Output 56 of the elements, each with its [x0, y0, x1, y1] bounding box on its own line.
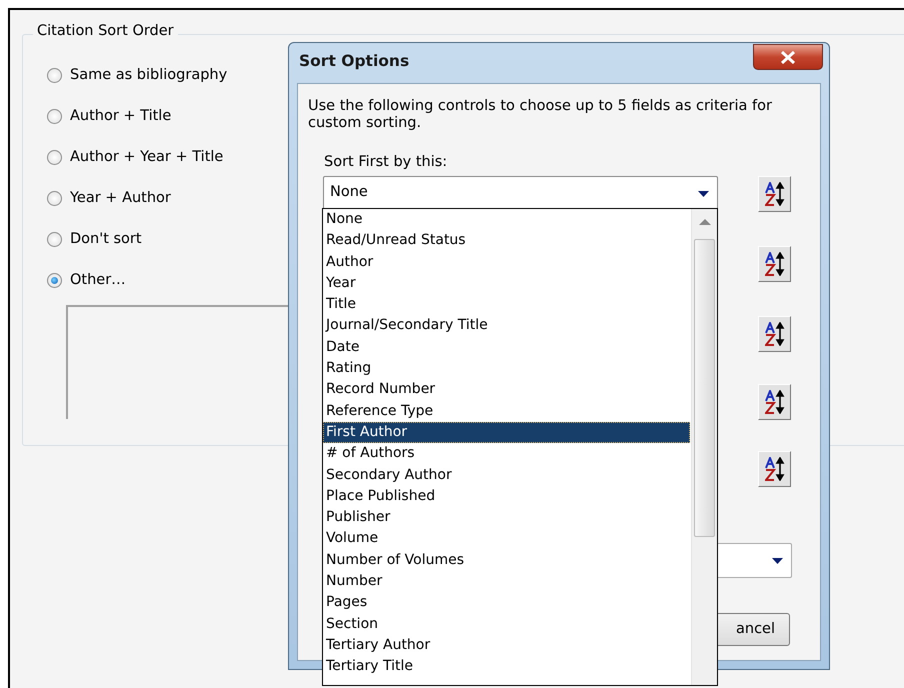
list-item[interactable]: None — [323, 209, 690, 230]
radio-button[interactable] — [47, 273, 62, 288]
radio-label[interactable]: Year + Author — [70, 190, 171, 208]
list-item[interactable]: Date — [323, 336, 690, 358]
radio-label[interactable]: Author + Title — [70, 108, 172, 126]
list-item[interactable]: Volume — [323, 528, 690, 550]
sort-icon — [764, 457, 784, 481]
close-icon — [780, 50, 796, 64]
sort-icon — [764, 322, 784, 346]
list-item[interactable]: Title — [323, 294, 690, 316]
sort-field-dropdown[interactable]: None — [323, 176, 718, 210]
list-item[interactable]: # of Authors — [323, 443, 690, 465]
sort-order-button[interactable] — [758, 451, 791, 487]
radio-label[interactable]: Author + Year + Title — [70, 148, 224, 166]
list-item[interactable]: First Author — [323, 422, 690, 444]
radio-button[interactable] — [47, 232, 62, 247]
sort-order-button[interactable] — [758, 384, 791, 420]
list-item[interactable]: Number — [323, 571, 690, 592]
sort-order-button[interactable] — [758, 316, 791, 352]
radio-button[interactable] — [47, 191, 62, 206]
caret-icon — [698, 191, 709, 197]
list-item[interactable]: Journal/Secondary Title — [323, 315, 690, 337]
sort-order-button[interactable] — [758, 246, 791, 282]
instructions-text: Use the following controls to choose up to 5 fields as criteria for custom sorting. — [308, 98, 773, 133]
list-item[interactable]: Reference Type — [323, 400, 690, 422]
dialog-title: Sort Options — [299, 52, 410, 71]
sort-icon — [764, 182, 784, 206]
radio-button[interactable] — [47, 68, 62, 83]
list-item[interactable]: Number of Volumes — [323, 550, 690, 572]
sort-icon — [764, 252, 784, 276]
scroll-thumb[interactable] — [694, 239, 715, 537]
list-item[interactable]: Secondary Author — [323, 464, 690, 486]
radio-label[interactable]: Other… — [70, 272, 126, 290]
close-button[interactable] — [753, 44, 823, 70]
scrollbar[interactable] — [691, 209, 717, 685]
radio-button[interactable] — [47, 150, 62, 165]
radio-button[interactable] — [47, 109, 62, 124]
list-item[interactable]: Rating — [323, 358, 690, 380]
list-item[interactable]: Publisher — [323, 507, 690, 528]
list-item[interactable]: Place Published — [323, 486, 690, 508]
field-label: Sort First by this: — [324, 154, 448, 172]
list-item[interactable]: Section — [323, 614, 690, 635]
list-item[interactable]: Author — [323, 252, 690, 273]
list-item[interactable]: Tertiary Title — [323, 656, 690, 678]
list-item[interactable]: Read/Unread Status — [323, 230, 690, 252]
list-item[interactable]: Tertiary Author — [323, 634, 690, 656]
caret-icon — [772, 558, 783, 564]
selected-value: None — [330, 184, 368, 202]
list-item[interactable]: Year — [323, 272, 690, 294]
scroll-up-icon — [699, 219, 711, 225]
list-item[interactable]: Record Number — [323, 379, 690, 401]
list-item[interactable]: Pages — [323, 592, 690, 614]
radio-label[interactable]: Don't sort — [70, 230, 142, 248]
radio-label[interactable]: Same as bibliography — [70, 66, 228, 84]
sort-icon — [764, 390, 784, 414]
sort-order-button[interactable] — [758, 176, 791, 212]
